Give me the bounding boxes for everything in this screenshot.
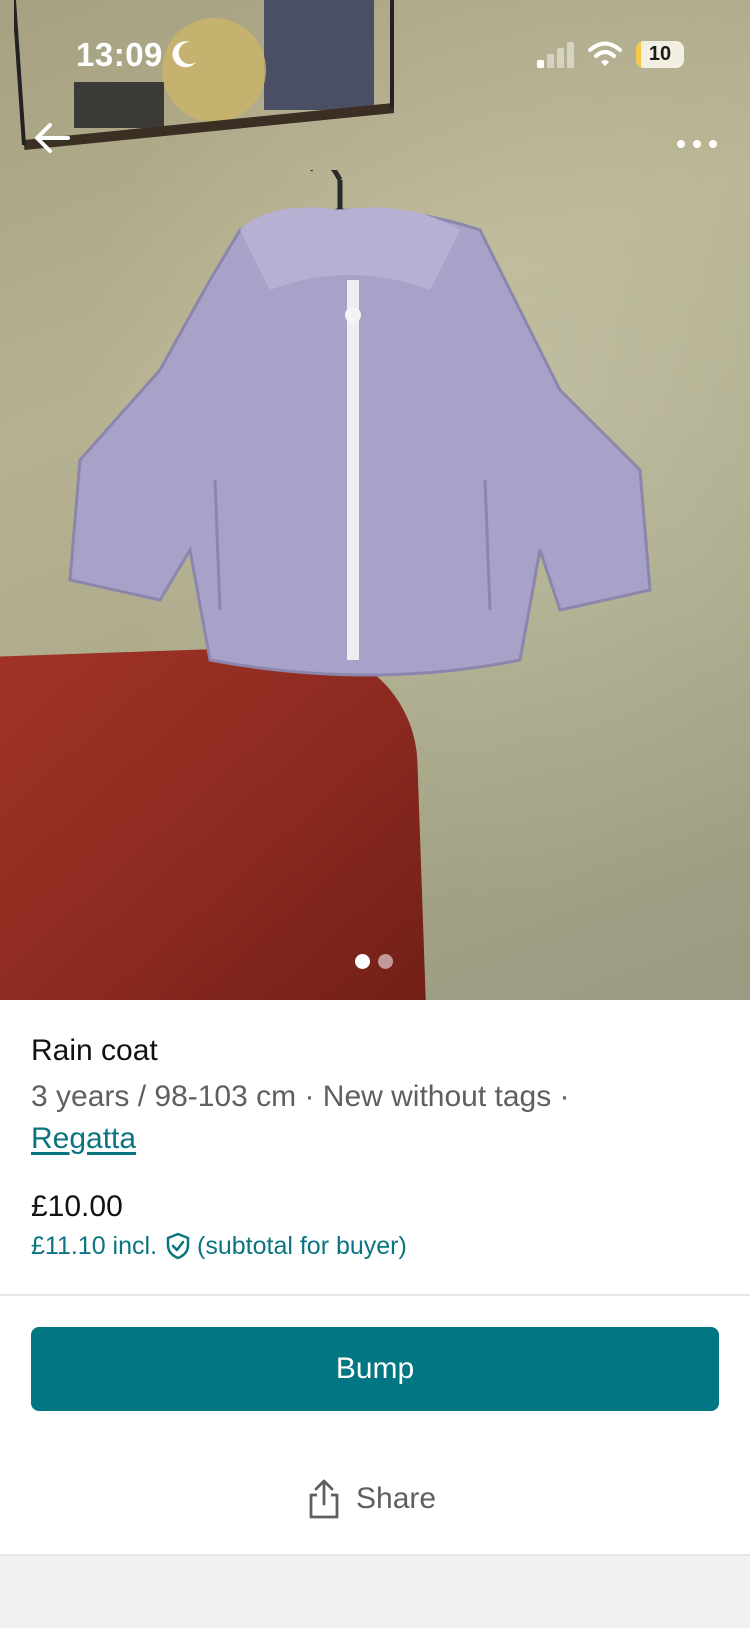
share-button[interactable]: Share: [306, 1474, 456, 1524]
wifi-icon: [588, 41, 622, 66]
buyer-protection-price[interactable]: £11.10 incl. (subtotal for buyer): [31, 1231, 407, 1261]
pagination-dot-active: [355, 954, 370, 969]
back-button[interactable]: [30, 116, 74, 160]
item-meta: 3 years / 98-103 cm · New without tags ·…: [31, 1076, 731, 1160]
item-title: Rain coat: [31, 1034, 158, 1067]
photo-rain-coat: [68, 170, 652, 677]
photo-pagination: [355, 954, 405, 970]
item-attributes: 3 years / 98-103 cm · New without tags ·: [31, 1080, 570, 1113]
cellular-signal-icon: [537, 42, 574, 68]
battery-fill: [636, 41, 641, 68]
pagination-dot[interactable]: [378, 954, 393, 969]
listing-photo[interactable]: [0, 0, 750, 1000]
item-details: Rain coat 3 years / 98-103 cm · New with…: [0, 1000, 750, 1296]
more-horizontal-icon: [677, 140, 717, 148]
share-label: Share: [356, 1482, 437, 1515]
battery-indicator: 10: [636, 41, 684, 68]
price-incl: £11.10 incl.: [31, 1231, 158, 1260]
moon-icon: [172, 41, 196, 68]
status-bar: 13:09 10: [0, 0, 750, 110]
item-price: £10.00: [31, 1190, 123, 1223]
section-divider: [0, 1294, 750, 1296]
shield-check-icon: [166, 1232, 190, 1260]
battery-level: 10: [648, 43, 672, 65]
price-note: (subtotal for buyer): [197, 1231, 407, 1260]
bottom-section: [0, 1554, 750, 1628]
brand-link[interactable]: Regatta: [31, 1122, 136, 1155]
bump-button[interactable]: Bump: [31, 1327, 719, 1411]
share-icon: [309, 1479, 339, 1519]
arrow-left-icon: [35, 123, 70, 153]
more-options-button[interactable]: [672, 122, 722, 166]
status-time: 13:09: [76, 36, 163, 73]
